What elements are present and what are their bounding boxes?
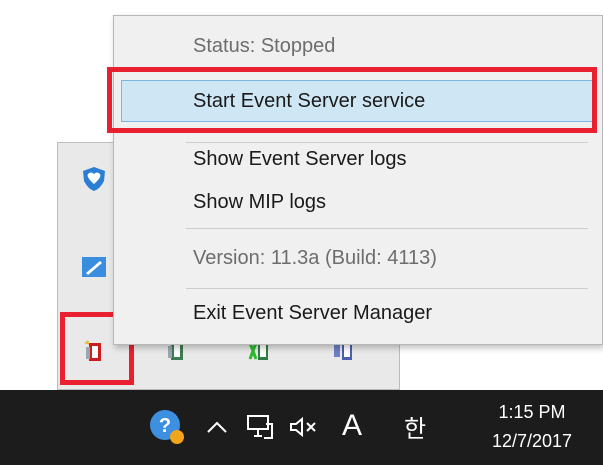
menu-item-show-mip-logs[interactable]: Show MIP logs bbox=[114, 181, 602, 223]
menu-item-status: Status: Stopped bbox=[114, 25, 602, 67]
clock-time: 1:15 PM bbox=[498, 402, 566, 422]
menu-item-show-event-server-logs[interactable]: Show Event Server logs bbox=[114, 138, 602, 180]
menu-item-exit[interactable]: Exit Event Server Manager bbox=[114, 292, 602, 334]
volume-muted-icon[interactable] bbox=[287, 412, 321, 442]
shield-heart-icon[interactable] bbox=[78, 163, 110, 195]
context-menu: Status: Stopped Start Event Server servi… bbox=[107, 15, 603, 345]
help-badge-icon[interactable]: ? bbox=[147, 407, 187, 447]
taskbar: ? A 한 1:15 PM 12/7/2017 bbox=[0, 390, 603, 465]
ime-mode-label[interactable]: A bbox=[334, 405, 370, 447]
menu-separator bbox=[186, 228, 588, 229]
menu-separator bbox=[186, 288, 588, 289]
menu-item-label: Show MIP logs bbox=[193, 190, 327, 213]
taskbar-clock[interactable]: 1:15 PM 12/7/2017 bbox=[472, 398, 592, 456]
chevron-up-icon[interactable] bbox=[202, 412, 232, 442]
menu-item-label: Status: Stopped bbox=[193, 34, 336, 57]
snipping-tool-icon[interactable] bbox=[78, 251, 110, 283]
menu-item-highlight bbox=[107, 67, 597, 133]
svg-text:?: ? bbox=[159, 415, 171, 437]
menu-item-label: Exit Event Server Manager bbox=[193, 301, 432, 324]
menu-item-label: Show Event Server logs bbox=[193, 147, 407, 170]
ime-language-label[interactable]: 한 bbox=[397, 405, 433, 447]
clock-date: 12/7/2017 bbox=[491, 431, 573, 451]
network-icon[interactable] bbox=[244, 412, 276, 442]
menu-item-version: Version: 11.3a (Build: 4113) bbox=[114, 237, 602, 279]
menu-item-label: Version: 11.3a (Build: 4113) bbox=[193, 246, 437, 269]
